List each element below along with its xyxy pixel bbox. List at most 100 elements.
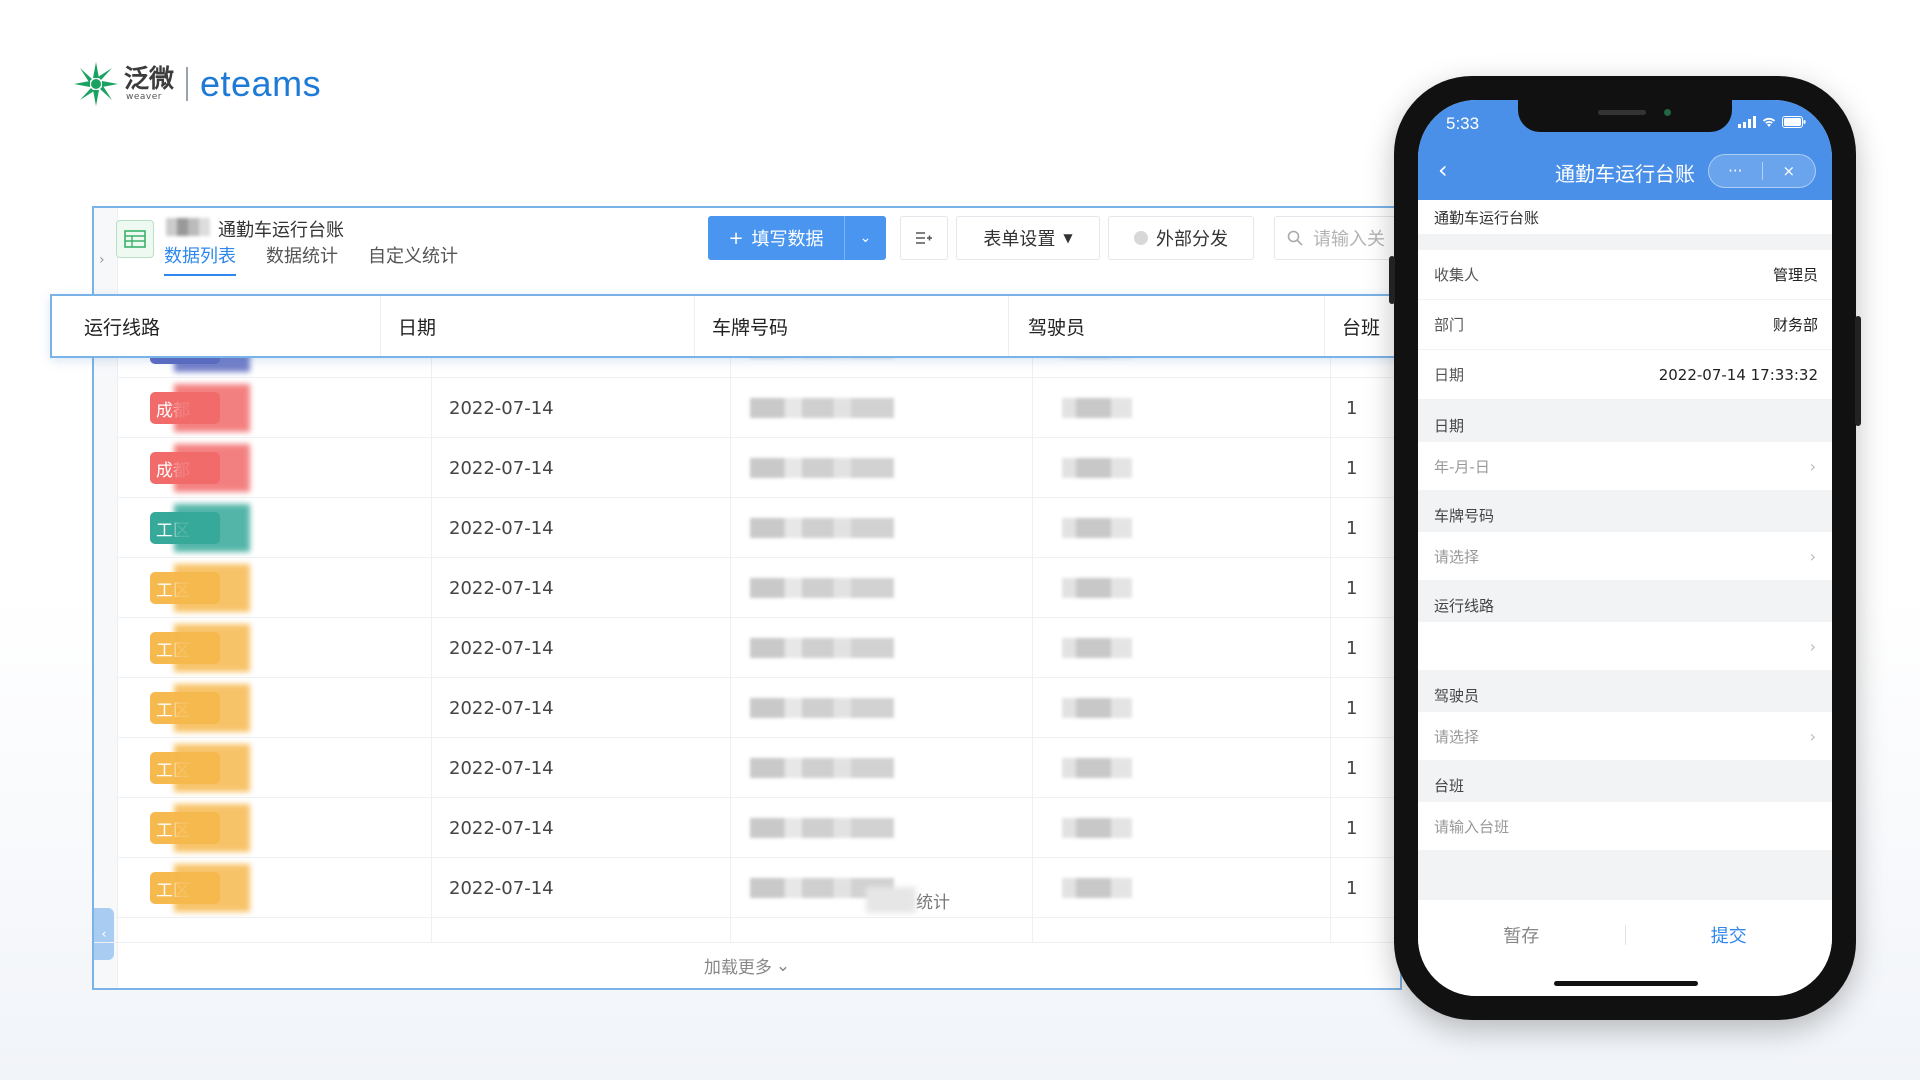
field-label: 运行线路: [1434, 597, 1495, 615]
table-row[interactable]: 工区 2022-07-14 1: [118, 858, 1400, 918]
date-cell: 2022-07-14: [449, 817, 554, 839]
date-cell: 2022-07-14: [449, 577, 554, 599]
form-title: 通勤车运行台账: [218, 220, 344, 241]
driver-blurred: [1062, 578, 1132, 598]
route-blurred: [174, 384, 250, 432]
info-label: 日期: [1434, 366, 1465, 384]
wifi-icon: [1762, 117, 1776, 127]
date-cell: 2022-07-14: [449, 397, 554, 419]
close-icon[interactable]: ×: [1763, 162, 1816, 180]
phone-field-list: 日期 年-月-日 › 车牌号码 请选择 › 运行线路 › 驾驶员 请选择 › 台班 请输入台班: [1418, 400, 1832, 850]
driver-blurred: [1062, 698, 1132, 718]
table-row[interactable]: 工区 2022-07-14 1: [118, 738, 1400, 798]
tab-data-stats[interactable]: 数据统计: [266, 242, 338, 276]
table-row[interactable]: 工区 2022-07-14 1: [118, 498, 1400, 558]
header-driver[interactable]: 驾驶员: [1028, 296, 1085, 356]
route-blurred: [174, 684, 250, 732]
load-more-button[interactable]: 加载更多 ⌄: [94, 942, 1400, 988]
list-add-icon: [916, 232, 932, 244]
overlay-text: 统计: [916, 892, 950, 913]
date-cell: 2022-07-14: [449, 877, 554, 899]
header-shift[interactable]: 台班: [1342, 296, 1380, 356]
plate-blurred: [750, 638, 894, 658]
shift-cell: 1: [1346, 877, 1358, 899]
caret-down-icon: ▼: [1063, 231, 1073, 245]
table-row[interactable]: 工区 2022-07-14 1: [118, 558, 1400, 618]
info-label: 部门: [1434, 316, 1465, 334]
phone-form-content: 通勤车运行台账 收集人 管理员 部门 财务部 日期 2022-07-14 17:33:32…: [1418, 200, 1832, 900]
external-share-button[interactable]: 外部分发: [1108, 216, 1254, 260]
front-camera: [1664, 109, 1671, 116]
shift-cell: 1: [1346, 397, 1358, 419]
date-cell: 2022-07-14: [449, 697, 554, 719]
date-cell: 2022-07-14: [449, 517, 554, 539]
more-icon[interactable]: ···: [1709, 162, 1762, 180]
chevron-down-icon: ⌄: [859, 230, 872, 246]
field-input[interactable]: 年-月-日 ›: [1418, 442, 1832, 490]
fill-data-main[interactable]: + 填写数据: [708, 225, 844, 251]
field-input[interactable]: ›: [1418, 622, 1832, 670]
header-divider: [380, 296, 381, 356]
route-blurred: [174, 864, 250, 912]
expand-chevron-icon[interactable]: ›: [99, 252, 105, 268]
date-cell: 2022-07-14: [449, 757, 554, 779]
shift-cell: 1: [1346, 817, 1358, 839]
table-row[interactable]: 工区 2022-07-14 1: [118, 798, 1400, 858]
search-input[interactable]: 请输入关: [1274, 216, 1400, 260]
fill-data-dropdown[interactable]: ⌄: [844, 216, 886, 260]
phone-footer-actions: 暂存 提交: [1418, 922, 1832, 948]
plate-blurred: [750, 818, 894, 838]
brand-cn: 泛微: [124, 64, 175, 93]
tab-custom-stats[interactable]: 自定义统计: [368, 242, 458, 276]
fill-data-button[interactable]: + 填写数据 ⌄: [708, 216, 886, 260]
field-input[interactable]: 请输入台班: [1418, 802, 1832, 850]
driver-blurred: [1062, 518, 1132, 538]
chevron-down-icon: ⌄: [775, 955, 791, 976]
plate-blurred: [750, 698, 894, 718]
plus-icon: +: [728, 227, 744, 249]
submit-button[interactable]: 提交: [1626, 922, 1833, 948]
form-table-icon: [116, 220, 154, 258]
info-value: 财务部: [1772, 316, 1818, 334]
cellular-signal-icon: [1738, 116, 1756, 128]
header-route[interactable]: 运行线路: [84, 296, 160, 356]
plate-blurred: [750, 758, 894, 778]
field-input[interactable]: 请选择 ›: [1418, 532, 1832, 580]
plate-blurred: [750, 398, 894, 418]
phone-info-list: 收集人 管理员部门 财务部日期 2022-07-14 17:33:32: [1418, 250, 1832, 400]
phone-volume-button: [1389, 256, 1395, 304]
weaver-logo-icon: [74, 62, 118, 106]
table-row[interactable]: 工区 2022-07-14 1: [118, 618, 1400, 678]
chevron-right-icon: ›: [1809, 726, 1816, 746]
form-settings-button[interactable]: 表单设置 ▼: [956, 216, 1100, 260]
table-row[interactable]: 工区 2022-07-14 1: [118, 678, 1400, 738]
table-row[interactable]: 成都 2022-07-14 1: [118, 438, 1400, 498]
phone-notch: [1518, 100, 1732, 132]
header-divider: [694, 296, 695, 356]
shift-cell: 1: [1346, 697, 1358, 719]
filter-fields-button[interactable]: [900, 216, 948, 260]
battery-icon: [1782, 116, 1806, 128]
search-icon: [1287, 230, 1303, 246]
field-input[interactable]: 请选择 ›: [1418, 712, 1832, 760]
field-label: 车牌号码: [1434, 507, 1495, 525]
header-date[interactable]: 日期: [398, 296, 436, 356]
save-draft-button[interactable]: 暂存: [1418, 922, 1625, 948]
info-row: 部门 财务部: [1418, 300, 1832, 350]
route-blurred: [174, 624, 250, 672]
driver-blurred: [1062, 398, 1132, 418]
search-placeholder: 请输入关: [1313, 229, 1385, 250]
route-blurred: [174, 444, 250, 492]
header-plate[interactable]: 车牌号码: [712, 296, 788, 356]
speaker-grille: [1598, 110, 1646, 115]
info-row: 收集人 管理员: [1418, 250, 1832, 300]
info-value: 2022-07-14 17:33:32: [1658, 365, 1818, 384]
phone-mockup: 5:33 ‹ 通勤车运行台账 ··· × 通勤车运行台账 收集人 管理员 部门 …: [1389, 76, 1861, 1020]
tab-data-list[interactable]: 数据列表: [164, 242, 236, 276]
chevron-right-icon: ›: [1809, 546, 1816, 566]
driver-blurred: [1062, 458, 1132, 478]
table-row[interactable]: 成都 2022-07-14 1: [118, 378, 1400, 438]
title-prefix-blurred: [166, 218, 210, 236]
header-divider: [1008, 296, 1009, 356]
